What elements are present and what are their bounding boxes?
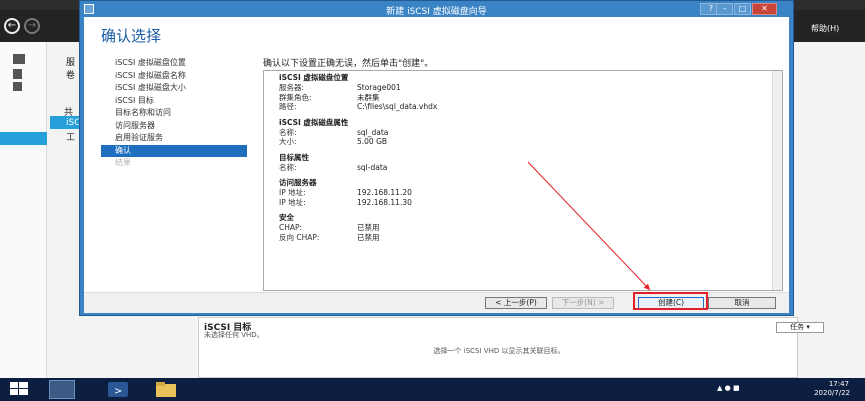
tray-icons[interactable]: ▲ ● ■ — [717, 384, 740, 392]
file-explorer-icon[interactable] — [153, 380, 179, 399]
annotation-highlight-box — [633, 292, 708, 310]
start-button[interactable] — [8, 380, 34, 399]
server-manager-taskbar-icon[interactable] — [49, 380, 75, 399]
clock-date[interactable]: 2020/7/22 — [800, 389, 850, 397]
annotation-arrow — [527, 161, 651, 291]
taskbar: > ▲ ● ■ 17:47 2020/7/22 — [0, 378, 865, 401]
svg-text:>: > — [114, 386, 122, 397]
clock-time[interactable]: 17:47 — [814, 380, 849, 388]
windows-logo-icon — [10, 382, 28, 395]
powershell-icon[interactable]: > — [105, 380, 131, 399]
